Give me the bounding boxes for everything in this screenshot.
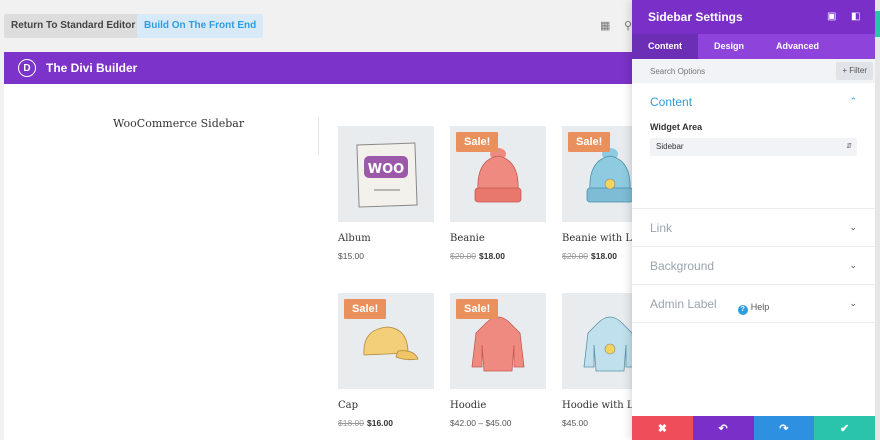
sale-price: $18.00 (479, 251, 505, 261)
panel-tabs: Content Design Advanced (632, 34, 875, 59)
sidebar-divider (318, 117, 319, 155)
product-price: $18.00 $16.00 (338, 418, 434, 428)
price: $42.00 – $45.00 (450, 418, 512, 428)
product-image[interactable]: Sale! (338, 293, 434, 389)
product-price: $15.00 (338, 251, 434, 261)
sale-price: $16.00 (367, 418, 393, 428)
widget-area-label: Widget Area (650, 122, 703, 132)
chevron-down-icon: ⌄ (849, 260, 857, 270)
filter-button[interactable]: + Filter (836, 62, 873, 80)
product-name[interactable]: Beanie (450, 233, 546, 244)
price: $45.00 (562, 418, 588, 428)
product-card-album[interactable]: WOO Album $15.00 (338, 126, 434, 261)
redo-icon: ↷ (779, 422, 789, 435)
product-price: $42.00 – $45.00 (450, 418, 546, 428)
close-icon: ✖ (657, 422, 667, 435)
product-card-beanie[interactable]: Sale! Beanie $20.00 $18.00 (450, 126, 546, 261)
sale-badge: Sale! (456, 299, 499, 319)
section-background: Background ⌄ (632, 247, 875, 285)
search-options-row: + Filter (632, 59, 875, 83)
section-content-toggle[interactable]: Content ⌃ (632, 83, 875, 120)
help-icon: ? (737, 305, 748, 315)
album-art-icon: WOO (356, 142, 418, 208)
product-image[interactable]: WOO (338, 126, 434, 222)
redo-button[interactable]: ↷ (753, 416, 815, 440)
right-edge-strip (875, 0, 880, 440)
fullscreen-icon[interactable]: ▣ (827, 11, 836, 22)
teal-accent (875, 11, 880, 37)
product-name[interactable]: Album (338, 233, 434, 244)
undo-button[interactable]: ↶ (692, 416, 754, 440)
undo-icon: ↶ (718, 422, 728, 435)
sidebar-settings-panel: Sidebar Settings ▣ ◧ Content Design Adva… (632, 0, 875, 440)
chevron-up-icon: ⌃ (849, 96, 857, 106)
tab-content[interactable]: Content (632, 34, 698, 59)
product-card-hoodie[interactable]: Sale! Hoodie $42.00 – $45.00 (450, 293, 546, 428)
sale-price: $18.00 (591, 251, 617, 261)
builder-title: The Divi Builder (46, 61, 138, 75)
sidebar-widget-title: WooCommerce Sidebar (113, 117, 245, 130)
panel-header[interactable]: Sidebar Settings ▣ ◧ (632, 0, 875, 34)
tab-design[interactable]: Design (698, 34, 760, 59)
section-title: Link (650, 220, 673, 235)
help-label: Help (750, 302, 770, 312)
price: $15.00 (338, 251, 364, 261)
sale-badge: Sale! (568, 132, 611, 152)
tab-advanced[interactable]: Advanced (760, 34, 835, 59)
sale-badge: Sale! (344, 299, 387, 319)
build-on-front-end-button[interactable]: Build On The Front End (137, 14, 264, 38)
sale-badge: Sale! (456, 132, 499, 152)
widget-area-value: Sidebar (656, 142, 684, 151)
section-background-toggle[interactable]: Background ⌄ (632, 247, 875, 284)
save-button[interactable]: ✔ (814, 416, 875, 440)
product-card-cap[interactable]: Sale! Cap $18.00 $16.00 (338, 293, 434, 428)
old-price: $18.00 (338, 418, 364, 428)
help-link[interactable]: ? Help (632, 302, 875, 315)
product-name[interactable]: Cap (338, 400, 434, 411)
layout-icon[interactable]: ▦ (600, 19, 610, 32)
panel-title: Sidebar Settings (648, 10, 743, 24)
product-name[interactable]: Hoodie (450, 400, 546, 411)
section-link: Link ⌄ (632, 209, 875, 247)
product-price: $20.00 $18.00 (450, 251, 546, 261)
panel-footer: ✖ ↶ ↷ ✔ (632, 416, 875, 440)
select-arrows-icon: ⇵ (846, 143, 852, 150)
divi-logo-icon: D (18, 59, 36, 77)
section-content: Content ⌃ Widget Area Sidebar ⇵ (632, 83, 875, 209)
product-image[interactable]: Sale! (450, 126, 546, 222)
return-to-standard-editor-button[interactable]: Return To Standard Editor (4, 14, 143, 38)
svg-text:WOO: WOO (368, 162, 404, 177)
search-icon[interactable]: ⚲ (624, 19, 632, 32)
old-price: $20.00 (562, 251, 588, 261)
search-options-input[interactable] (650, 66, 800, 76)
widget-area-select[interactable]: Sidebar ⇵ (650, 138, 857, 156)
cancel-button[interactable]: ✖ (632, 416, 693, 440)
section-link-toggle[interactable]: Link ⌄ (632, 209, 875, 246)
section-title: Content (650, 94, 693, 109)
section-title: Background (650, 258, 715, 273)
checkmark-icon: ✔ (840, 422, 850, 435)
dock-panel-icon[interactable]: ◧ (851, 11, 860, 22)
chevron-down-icon: ⌄ (849, 222, 857, 232)
old-price: $20.00 (450, 251, 476, 261)
product-image[interactable]: Sale! (450, 293, 546, 389)
content-section-body: Widget Area Sidebar ⇵ (632, 122, 875, 208)
